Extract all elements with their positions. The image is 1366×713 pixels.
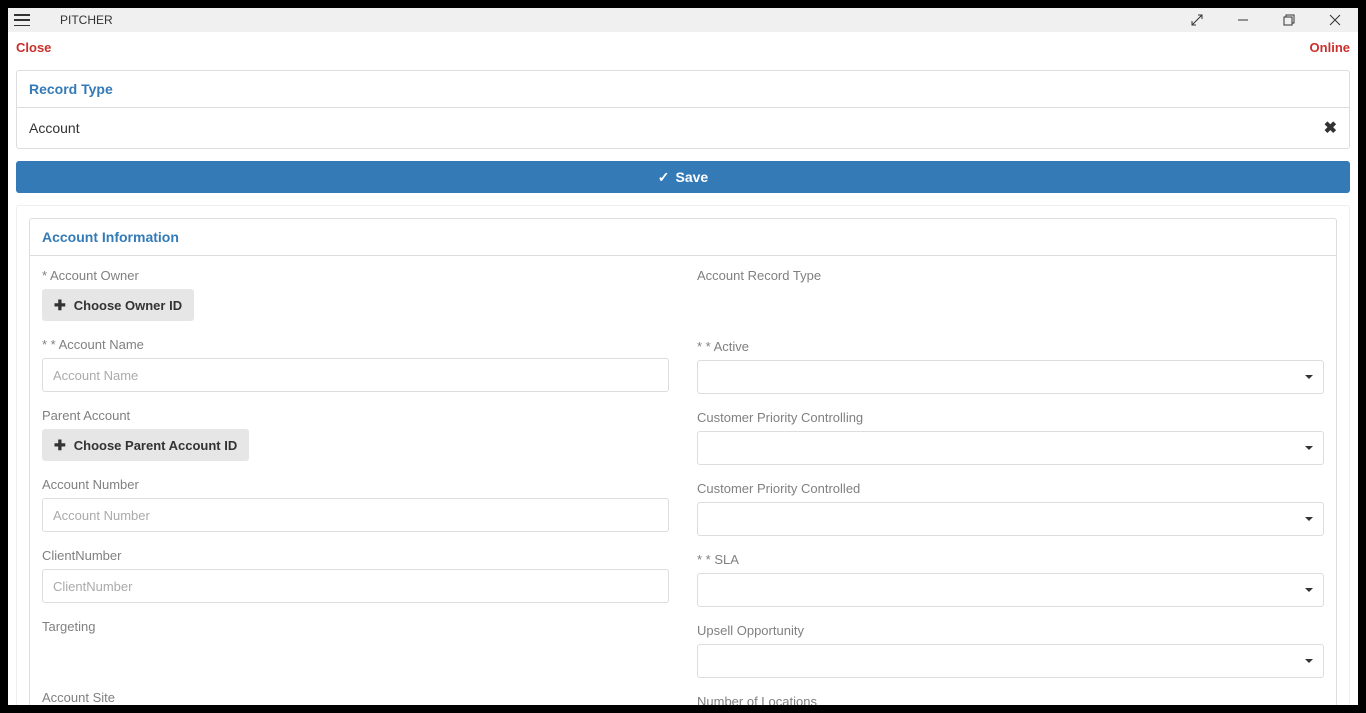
choose-owner-id-button[interactable]: ✚ Choose Owner ID xyxy=(42,289,194,321)
label-account-record-type: Account Record Type xyxy=(697,268,1324,283)
window-titlebar: PITCHER xyxy=(8,8,1358,32)
active-select[interactable] xyxy=(697,360,1324,394)
content-area: Record Type Account ✖ ✓ Save Account Inf… xyxy=(8,62,1358,705)
account-name-input[interactable] xyxy=(42,358,669,392)
field-parent-account: Parent Account ✚ Choose Parent Account I… xyxy=(42,408,669,461)
check-icon: ✓ xyxy=(658,169,670,186)
maximize-icon[interactable] xyxy=(1266,8,1312,32)
label-number-of-locations: Number of Locations xyxy=(697,694,1324,705)
label-active: * * Active xyxy=(697,339,1324,354)
form-right-column: Account Record Type * * Active Customer … xyxy=(683,268,1324,705)
field-number-of-locations: Number of Locations xyxy=(697,694,1324,705)
record-type-header: Record Type xyxy=(17,71,1349,108)
window-controls xyxy=(1174,8,1358,32)
label-sla: * * SLA xyxy=(697,552,1324,567)
app-title: PITCHER xyxy=(60,13,113,27)
field-account-site: Account Site xyxy=(42,690,669,705)
chevron-down-icon xyxy=(1305,659,1313,663)
field-targeting: Targeting xyxy=(42,619,669,674)
field-account-name: * * Account Name xyxy=(42,337,669,392)
close-window-icon[interactable] xyxy=(1312,8,1358,32)
label-account-site: Account Site xyxy=(42,690,669,705)
label-parent-account: Parent Account xyxy=(42,408,669,423)
chevron-down-icon xyxy=(1305,446,1313,450)
label-account-name: * * Account Name xyxy=(42,337,669,352)
label-account-number: Account Number xyxy=(42,477,669,492)
label-customer-priority-controlled: Customer Priority Controlled xyxy=(697,481,1324,496)
customer-priority-controlling-select[interactable] xyxy=(697,431,1324,465)
chevron-down-icon xyxy=(1305,588,1313,592)
expand-icon[interactable] xyxy=(1174,8,1220,32)
sla-select[interactable] xyxy=(697,573,1324,607)
label-targeting: Targeting xyxy=(42,619,669,634)
account-info-panel: Account Information * Account Owner ✚ Ch… xyxy=(29,218,1337,705)
customer-priority-controlled-select[interactable] xyxy=(697,502,1324,536)
plus-icon: ✚ xyxy=(54,297,66,314)
record-type-row[interactable]: Account ✖ xyxy=(17,108,1349,148)
field-account-owner: * Account Owner ✚ Choose Owner ID xyxy=(42,268,669,321)
plus-icon: ✚ xyxy=(54,437,66,454)
field-customer-priority-controlled: Customer Priority Controlled xyxy=(697,481,1324,536)
record-type-panel: Record Type Account ✖ xyxy=(16,70,1350,149)
online-link[interactable]: Online xyxy=(1310,40,1350,55)
hamburger-menu-icon[interactable] xyxy=(14,14,30,26)
label-account-owner: * Account Owner xyxy=(42,268,669,283)
record-type-value: Account xyxy=(29,120,80,136)
close-link[interactable]: Close xyxy=(16,40,51,55)
minimize-icon[interactable] xyxy=(1220,8,1266,32)
choose-parent-account-button[interactable]: ✚ Choose Parent Account ID xyxy=(42,429,249,461)
field-account-record-type: Account Record Type xyxy=(697,268,1324,323)
field-customer-priority-controlling: Customer Priority Controlling xyxy=(697,410,1324,465)
client-number-input[interactable] xyxy=(42,569,669,603)
account-number-input[interactable] xyxy=(42,498,669,532)
account-info-header: Account Information xyxy=(30,219,1336,256)
field-account-number: Account Number xyxy=(42,477,669,532)
field-sla: * * SLA xyxy=(697,552,1324,607)
field-upsell-opportunity: Upsell Opportunity xyxy=(697,623,1324,678)
field-client-number: ClientNumber xyxy=(42,548,669,603)
label-customer-priority-controlling: Customer Priority Controlling xyxy=(697,410,1324,425)
label-upsell-opportunity: Upsell Opportunity xyxy=(697,623,1324,638)
field-active: * * Active xyxy=(697,339,1324,394)
chevron-down-icon xyxy=(1305,375,1313,379)
form-left-column: * Account Owner ✚ Choose Owner ID * * Ac… xyxy=(42,268,683,705)
clear-record-type-icon[interactable]: ✖ xyxy=(1324,118,1337,138)
choose-owner-id-label: Choose Owner ID xyxy=(74,298,182,313)
top-nav: Close Online xyxy=(8,32,1358,62)
label-client-number: ClientNumber xyxy=(42,548,669,563)
save-button[interactable]: ✓ Save xyxy=(16,161,1350,193)
upsell-opportunity-select[interactable] xyxy=(697,644,1324,678)
chevron-down-icon xyxy=(1305,517,1313,521)
save-button-label: Save xyxy=(676,169,709,185)
form-container: Account Information * Account Owner ✚ Ch… xyxy=(16,205,1350,705)
choose-parent-account-label: Choose Parent Account ID xyxy=(74,438,237,453)
